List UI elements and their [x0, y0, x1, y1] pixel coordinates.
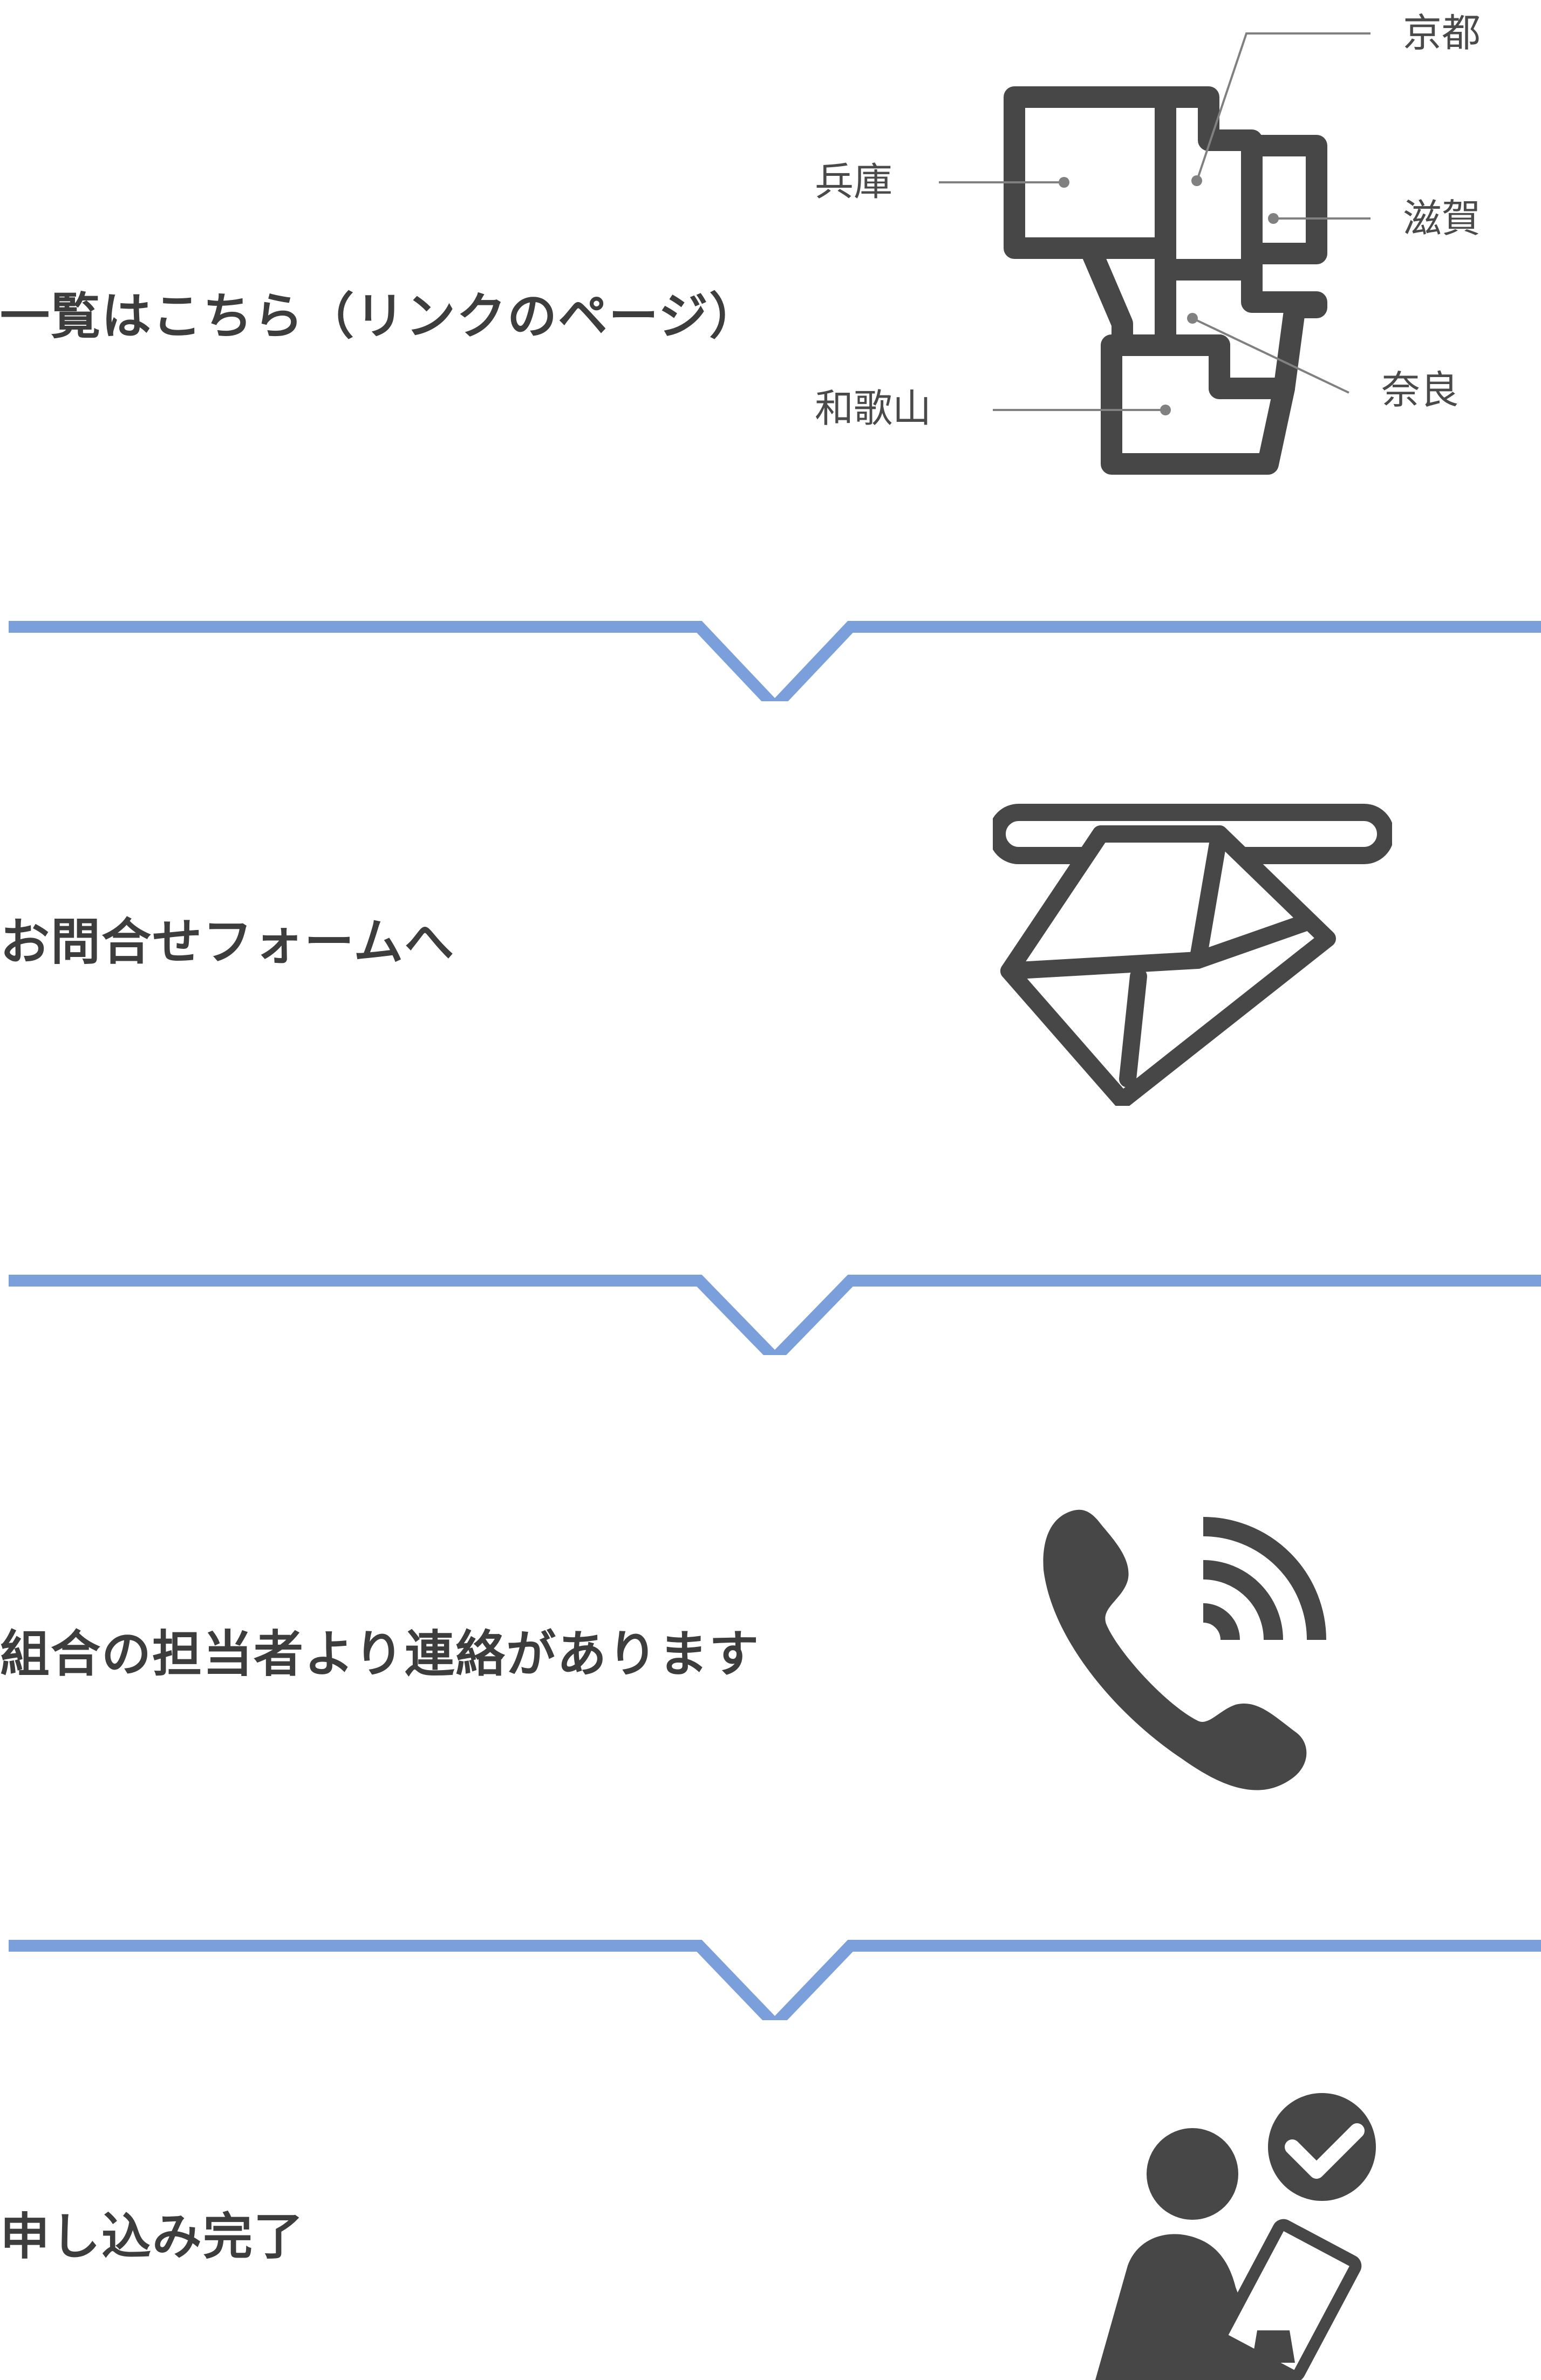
dot-wakayama	[1160, 405, 1171, 415]
map-label-wakayama: 和歌山	[815, 386, 931, 431]
person-checklist-icon	[1095, 2093, 1376, 2380]
map-region-kyoto	[1155, 86, 1263, 281]
dot-hyogo	[1059, 177, 1069, 188]
step-1-label[interactable]: 一覧はこちら（リンクのページ）	[0, 291, 760, 341]
kansai-map-icon: 京都 兵庫 滋賀 奈良 和歌山	[815, 10, 1481, 475]
map-region-wakayama	[1101, 334, 1295, 475]
step-3-label[interactable]: 組合の担当者より連絡があります	[0, 1629, 760, 1679]
map-region-nara	[1155, 259, 1327, 399]
phone-icon	[1043, 1509, 1326, 1790]
dot-kyoto	[1191, 175, 1202, 186]
map-label-nara: 奈良	[1381, 367, 1459, 413]
step-4-label[interactable]: 申し込み完了	[0, 2212, 304, 2261]
step-2-label[interactable]: お問合せフォームへ	[0, 917, 455, 967]
step-4: 申し込み完了	[0, 2039, 1541, 2380]
map-label-hyogo: 兵庫	[815, 159, 892, 204]
check-badge-icon	[1268, 2093, 1376, 2201]
map-region-shiga	[1241, 135, 1327, 264]
dot-nara	[1187, 313, 1198, 324]
step-2: お問合せフォームへ	[0, 712, 1541, 1251]
step-1: 一覧はこちら（リンクのページ） 京都 兵庫 滋賀 奈良 和歌山	[0, 0, 1541, 593]
step-divider-3	[9, 1940, 1541, 2020]
map-region-hyogo	[1004, 86, 1176, 259]
map-region-connector	[1080, 244, 1133, 345]
step-divider-2	[9, 1275, 1541, 1355]
map-label-shiga: 滋賀	[1403, 196, 1481, 241]
map-label-kyoto: 京都	[1403, 10, 1481, 56]
dot-shiga	[1268, 213, 1279, 224]
envelope-icon	[993, 804, 1392, 1106]
step-divider-1	[9, 621, 1541, 701]
step-3: 組合の担当者より連絡があります	[0, 1381, 1541, 1920]
